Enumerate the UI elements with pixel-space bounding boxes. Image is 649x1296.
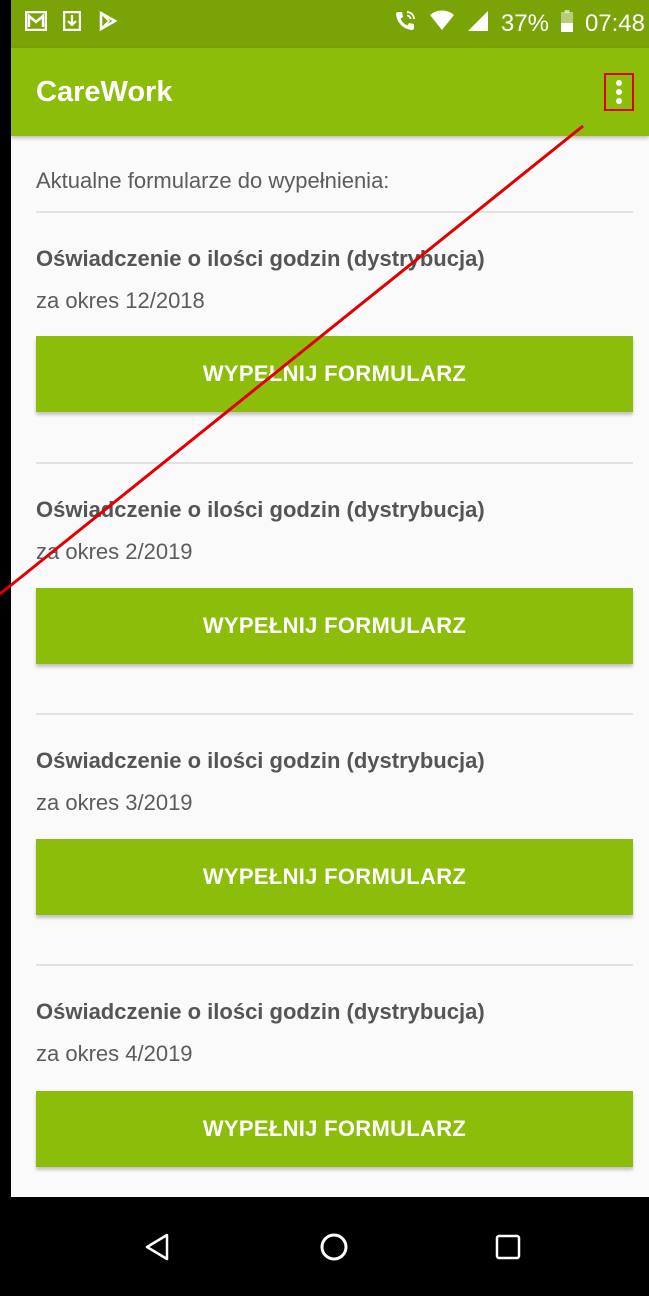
screenshot-frame <box>0 0 11 1296</box>
notification-icons <box>25 10 119 32</box>
form-title: Oświadczenie o ilości godzin (dystrybucj… <box>36 999 485 1024</box>
recents-icon <box>495 1234 521 1259</box>
form-period: za okres 2/2019 <box>36 539 193 564</box>
download-icon <box>61 10 83 32</box>
phone-screen: 37% 07:48 CareWork Aktualne formularze d… <box>11 0 649 1296</box>
divider <box>36 462 633 464</box>
more-vert-icon <box>616 80 622 104</box>
gmail-icon <box>25 10 47 32</box>
divider <box>36 964 633 966</box>
intro-text: Aktualne formularze do wypełnienia: <box>36 168 390 193</box>
form-title: Oświadczenie o ilości godzin (dystrybucj… <box>36 748 485 773</box>
battery-icon <box>560 9 573 39</box>
wifi-icon <box>429 10 455 39</box>
form-period: za okres 12/2018 <box>36 288 205 313</box>
overflow-menu-button[interactable] <box>604 73 634 111</box>
form-period: za okres 4/2019 <box>36 1041 193 1066</box>
fill-form-button[interactable]: WYPEŁNIJ FORMULARZ <box>36 588 633 664</box>
battery-percent: 37% <box>500 10 549 37</box>
fill-form-button[interactable]: WYPEŁNIJ FORMULARZ <box>36 1091 633 1167</box>
call-icon <box>393 9 417 40</box>
fill-form-button[interactable]: WYPEŁNIJ FORMULARZ <box>36 336 633 412</box>
fill-form-button[interactable]: WYPEŁNIJ FORMULARZ <box>36 839 633 915</box>
system-status: 37% 07:48 <box>393 0 645 48</box>
home-button[interactable] <box>289 1197 379 1296</box>
navigation-bar <box>11 1197 649 1296</box>
app-title: CareWork <box>36 76 173 108</box>
form-title: Oświadczenie o ilości godzin (dystrybucj… <box>36 246 485 271</box>
app-bar: CareWork <box>11 48 649 136</box>
form-title: Oświadczenie o ilości godzin (dystrybucj… <box>36 497 485 522</box>
back-button[interactable] <box>112 1197 202 1296</box>
divider <box>36 211 633 213</box>
play-store-icon <box>97 10 119 32</box>
back-icon <box>145 1233 169 1260</box>
divider <box>36 713 633 715</box>
recents-button[interactable] <box>463 1197 553 1296</box>
form-period: za okres 3/2019 <box>36 790 193 815</box>
home-icon <box>320 1233 348 1260</box>
clock: 07:48 <box>584 10 645 37</box>
signal-icon <box>467 10 489 39</box>
status-bar: 37% 07:48 <box>11 0 649 48</box>
